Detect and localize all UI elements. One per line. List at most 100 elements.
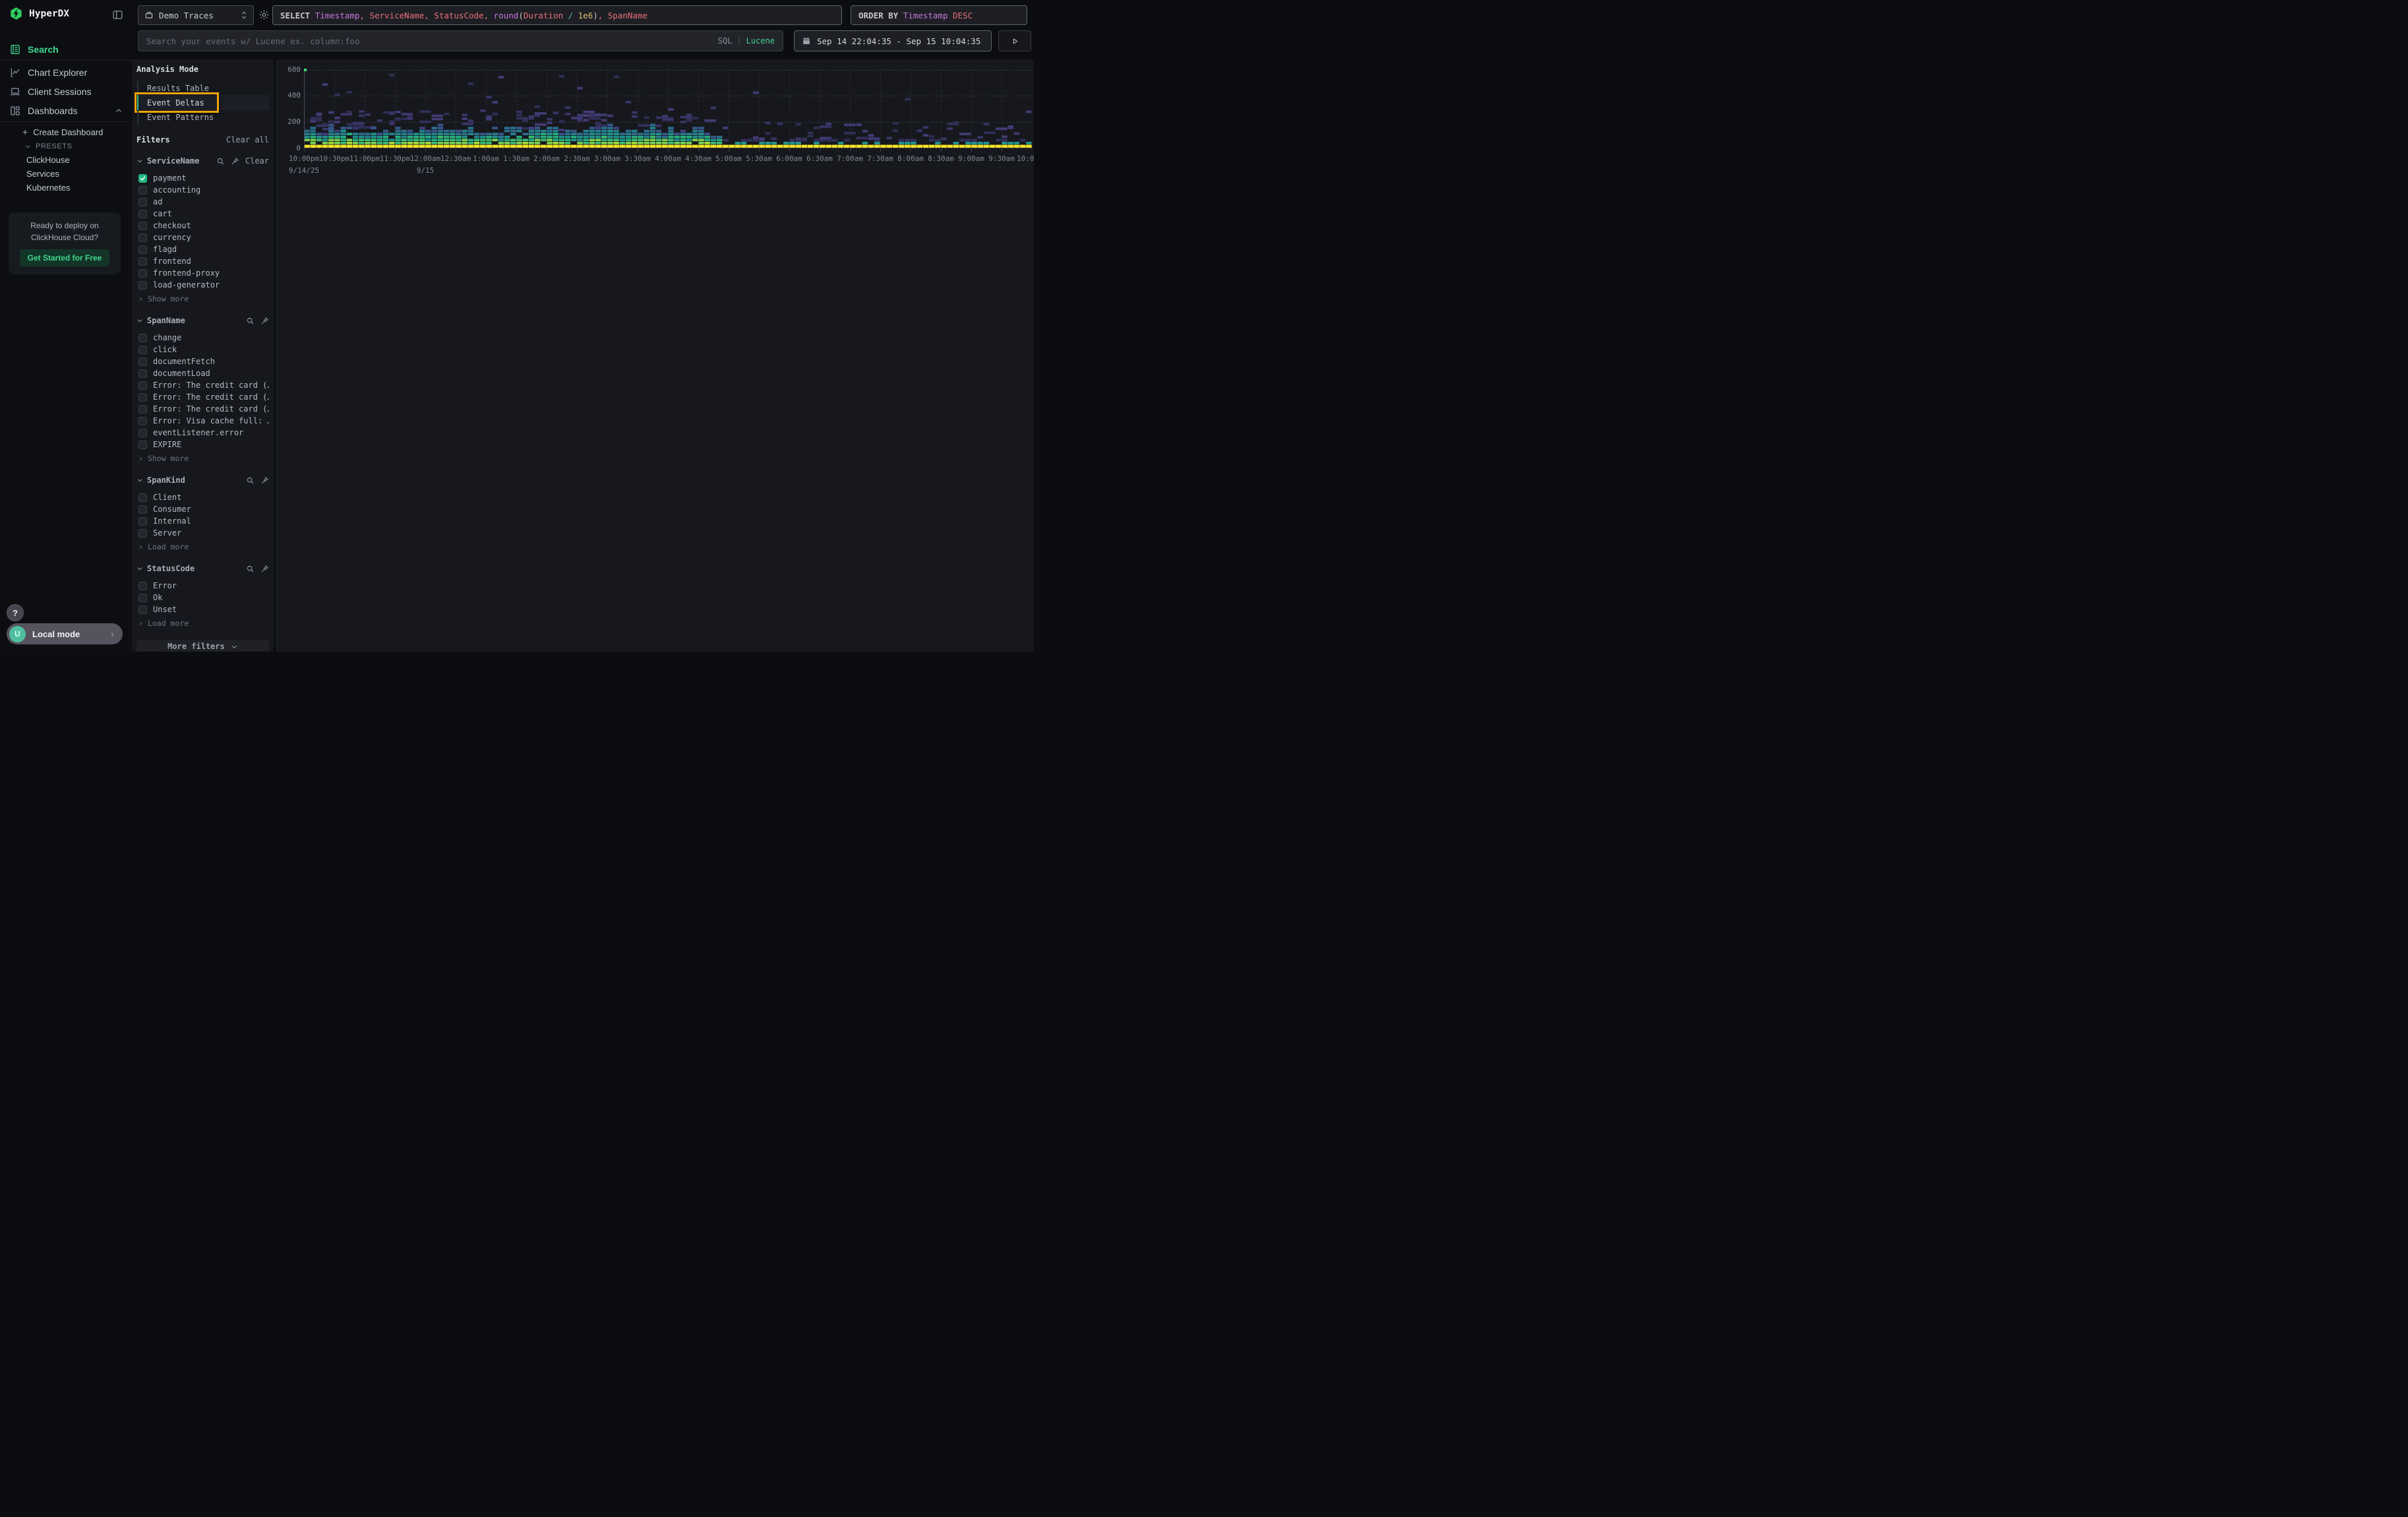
- language-sql-option[interactable]: SQL: [718, 36, 733, 46]
- checkbox[interactable]: [138, 245, 147, 254]
- checkbox[interactable]: [138, 594, 147, 602]
- presets-toggle[interactable]: PRESETS: [0, 139, 132, 153]
- checkbox[interactable]: [138, 493, 147, 502]
- filter-group-footer-link[interactable]: › Show more: [138, 452, 269, 464]
- filter-checkbox-row[interactable]: eventListener.error: [136, 427, 269, 439]
- filter-checkbox-row[interactable]: payment: [136, 172, 269, 184]
- filter-checkbox-row[interactable]: ad: [136, 196, 269, 208]
- run-query-button[interactable]: [998, 30, 1031, 51]
- checkbox[interactable]: [138, 405, 147, 414]
- filter-group-name[interactable]: SpanName: [147, 316, 185, 325]
- search-icon[interactable]: [246, 317, 255, 325]
- filter-checkbox-row[interactable]: flagd: [136, 243, 269, 255]
- more-filters-button[interactable]: More filters: [136, 640, 269, 652]
- filter-checkbox-row[interactable]: Error: The credit card (…: [136, 379, 269, 391]
- checkbox[interactable]: [138, 346, 147, 354]
- checkbox[interactable]: [138, 233, 147, 242]
- time-range-picker[interactable]: Sep 14 22:04:35 - Sep 15 10:04:35: [794, 30, 992, 51]
- filter-group-name[interactable]: SpanKind: [147, 476, 185, 485]
- sql-select-input[interactable]: SELECT Timestamp, ServiceName, StatusCod…: [272, 5, 842, 25]
- logo[interactable]: HyperDX: [9, 7, 69, 20]
- filter-checkbox-row[interactable]: change: [136, 332, 269, 344]
- filter-group-footer-link[interactable]: › Load more: [138, 541, 269, 552]
- filter-checkbox-row[interactable]: accounting: [136, 184, 269, 196]
- chevron-down-icon[interactable]: [136, 158, 143, 164]
- chevron-down-icon[interactable]: [136, 565, 143, 572]
- sidebar-collapse-icon[interactable]: [112, 9, 123, 20]
- filter-checkbox-row[interactable]: cart: [136, 208, 269, 220]
- filter-checkbox-row[interactable]: frontend: [136, 255, 269, 267]
- checkbox[interactable]: [138, 605, 147, 614]
- filter-checkbox-row[interactable]: Error: Visa cache full: …: [136, 415, 269, 427]
- checkbox[interactable]: [138, 198, 147, 206]
- gear-icon[interactable]: [258, 9, 270, 20]
- checkbox[interactable]: [138, 222, 147, 230]
- preset-dashboard-link[interactable]: Services: [0, 167, 132, 181]
- sidebar-item-chart-explorer[interactable]: Chart Explorer: [0, 63, 132, 82]
- checkbox[interactable]: [138, 357, 147, 366]
- checkbox[interactable]: [138, 417, 147, 425]
- checkbox[interactable]: [138, 174, 147, 183]
- filter-group-name[interactable]: StatusCode: [147, 564, 195, 573]
- checkbox[interactable]: [138, 393, 147, 402]
- preset-dashboard-link[interactable]: ClickHouse: [0, 153, 132, 167]
- language-lucene-option[interactable]: Lucene: [746, 36, 775, 46]
- search-input[interactable]: Search your events w/ Lucene ex. column:…: [138, 30, 783, 51]
- clear-all-filters-button[interactable]: Clear all: [226, 135, 269, 144]
- filter-checkbox-row[interactable]: Client: [136, 491, 269, 503]
- filter-checkbox-row[interactable]: click: [136, 344, 269, 356]
- local-mode-menu[interactable]: U Local mode ›: [7, 623, 123, 644]
- chevron-down-icon[interactable]: [136, 477, 143, 483]
- preset-dashboard-link[interactable]: Kubernetes: [0, 181, 132, 195]
- analysis-mode-option[interactable]: Results Table: [137, 81, 269, 95]
- filter-checkbox-row[interactable]: load-generator: [136, 279, 269, 291]
- checkbox[interactable]: [138, 269, 147, 278]
- pin-icon[interactable]: [260, 565, 269, 573]
- checkbox[interactable]: [138, 381, 147, 390]
- filter-checkbox-row[interactable]: documentFetch: [136, 356, 269, 367]
- create-dashboard-button[interactable]: + Create Dashboard: [0, 125, 132, 139]
- pin-icon[interactable]: [260, 317, 269, 325]
- get-started-button[interactable]: Get Started for Free: [20, 249, 109, 266]
- search-icon[interactable]: [246, 476, 255, 485]
- filter-group-name[interactable]: ServiceName: [147, 156, 199, 166]
- filter-checkbox-row[interactable]: EXPIRE: [136, 439, 269, 450]
- checkbox[interactable]: [138, 281, 147, 290]
- sidebar-item-client-sessions[interactable]: Client Sessions: [0, 82, 132, 101]
- filter-checkbox-row[interactable]: frontend-proxy: [136, 267, 269, 279]
- filter-checkbox-row[interactable]: Error: [136, 580, 269, 592]
- checkbox[interactable]: [138, 369, 147, 378]
- checkbox[interactable]: [138, 210, 147, 218]
- filter-checkbox-row[interactable]: documentLoad: [136, 367, 269, 379]
- sidebar-item-dashboards[interactable]: Dashboards: [0, 101, 132, 120]
- search-icon[interactable]: [246, 565, 255, 573]
- chevron-down-icon[interactable]: [136, 317, 143, 324]
- filter-checkbox-row[interactable]: Unset: [136, 604, 269, 615]
- checkbox[interactable]: [138, 186, 147, 195]
- order-by-input[interactable]: ORDER BY Timestamp DESC: [851, 5, 1027, 25]
- source-select[interactable]: Demo Traces: [138, 5, 254, 25]
- checkbox[interactable]: [138, 505, 147, 514]
- analysis-mode-option[interactable]: Event Deltas: [137, 95, 269, 110]
- filter-checkbox-row[interactable]: Server: [136, 527, 269, 539]
- pin-icon[interactable]: [231, 157, 239, 166]
- checkbox[interactable]: [138, 257, 147, 266]
- filter-group-footer-link[interactable]: › Show more: [138, 293, 269, 304]
- checkbox[interactable]: [138, 441, 147, 449]
- search-icon[interactable]: [216, 157, 225, 166]
- checkbox[interactable]: [138, 429, 147, 437]
- checkbox[interactable]: [138, 517, 147, 526]
- checkbox[interactable]: [138, 582, 147, 590]
- filter-group-clear-button[interactable]: Clear: [245, 156, 269, 166]
- analysis-mode-option[interactable]: Event Patterns: [137, 110, 269, 124]
- filter-checkbox-row[interactable]: currency: [136, 232, 269, 243]
- filter-checkbox-row[interactable]: Internal: [136, 515, 269, 527]
- filter-checkbox-row[interactable]: Error: The credit card (…: [136, 391, 269, 403]
- pin-icon[interactable]: [260, 476, 269, 485]
- filter-group-footer-link[interactable]: › Load more: [138, 617, 269, 629]
- sidebar-item-search[interactable]: Search: [9, 40, 132, 59]
- filter-checkbox-row[interactable]: Error: The credit card (…: [136, 403, 269, 415]
- filter-checkbox-row[interactable]: Ok: [136, 592, 269, 604]
- checkbox[interactable]: [138, 334, 147, 342]
- checkbox[interactable]: [138, 529, 147, 538]
